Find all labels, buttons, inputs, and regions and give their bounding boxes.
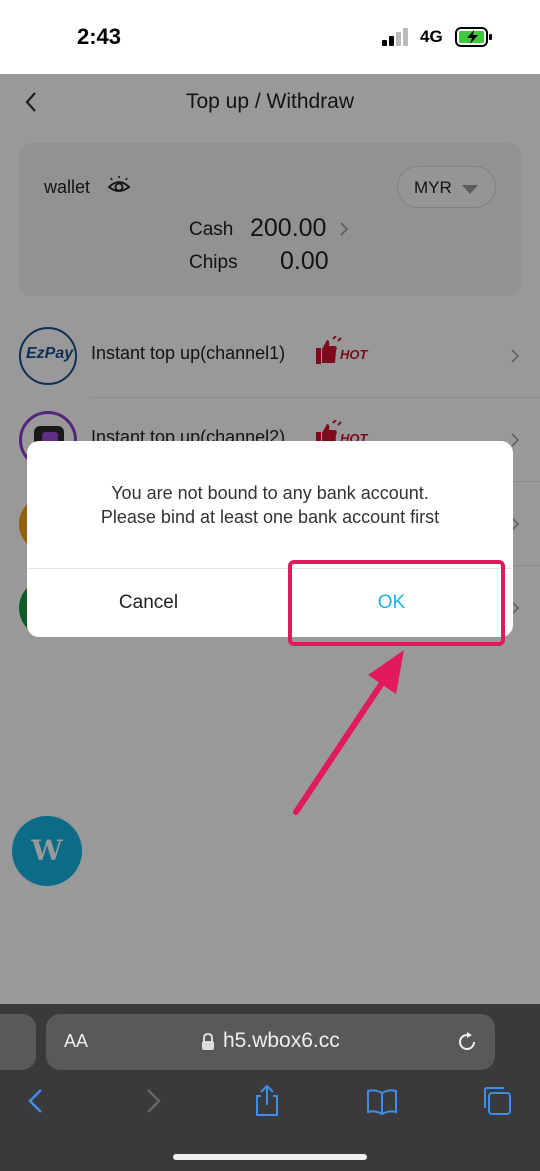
- cancel-button[interactable]: Cancel: [27, 569, 270, 637]
- home-indicator: [173, 1154, 367, 1160]
- browser-toolbar: [0, 1082, 540, 1171]
- bookmarks-icon[interactable]: [365, 1084, 399, 1118]
- network-type: 4G: [420, 27, 443, 46]
- address-bar[interactable]: AA h5.wbox6.cc: [46, 1014, 495, 1070]
- browser-url-area: AA h5.wbox6.cc: [0, 1004, 540, 1082]
- reload-icon[interactable]: [455, 1030, 479, 1054]
- reader-aa-button[interactable]: AA: [64, 1031, 88, 1052]
- share-icon[interactable]: [250, 1084, 284, 1118]
- status-bar: 2:43 4G: [0, 0, 540, 74]
- previous-tab-preview[interactable]: [0, 1014, 36, 1070]
- url-text[interactable]: h5.wbox6.cc: [223, 1029, 340, 1053]
- signal-icon: [382, 28, 410, 46]
- dialog-message-line2: Please bind at least one bank account fi…: [100, 507, 440, 527]
- dialog-message-line1: You are not bound to any bank account.: [111, 483, 429, 503]
- dialog-message: You are not bound to any bank account. P…: [27, 481, 513, 529]
- browser-back-icon[interactable]: [19, 1084, 53, 1118]
- ok-highlight-box: [288, 560, 505, 646]
- lock-icon: [202, 1033, 214, 1050]
- tabs-icon[interactable]: [480, 1084, 514, 1118]
- browser-forward-icon[interactable]: [136, 1084, 170, 1118]
- status-time: 2:43: [77, 24, 122, 49]
- battery-icon: [455, 27, 492, 47]
